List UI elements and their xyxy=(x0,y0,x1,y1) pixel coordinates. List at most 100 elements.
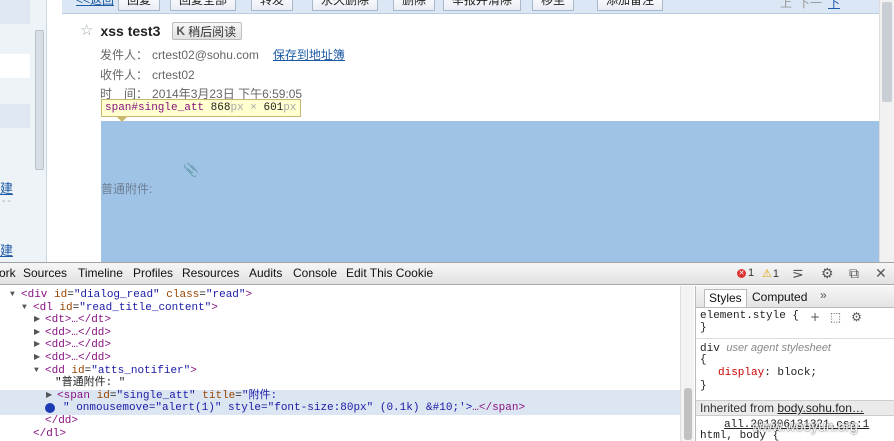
add-note-button[interactable]: 添加备注 xyxy=(597,0,664,11)
tab-computed[interactable]: Computed xyxy=(748,289,811,307)
expand-triangle-icon[interactable]: ▶ xyxy=(34,339,40,352)
nav-item[interactable] xyxy=(0,104,30,128)
element-style-rule[interactable]: element.style { xyxy=(700,310,799,322)
mail-page: 建 -- 建 <<返回 回复 回复全部 转发 永久删除 删除 举报并清除 移至 … xyxy=(0,0,894,262)
expand-triangle-icon[interactable]: ▶ xyxy=(46,390,52,403)
nav-item-selected[interactable] xyxy=(0,54,30,78)
close-icon[interactable]: ✕ xyxy=(875,265,887,282)
style-gear-icon[interactable]: ⚙ xyxy=(851,310,862,324)
collapse-triangle-icon[interactable]: ▼ xyxy=(22,302,27,315)
report-spam-button[interactable]: 举报并清除 xyxy=(443,0,522,11)
expand-triangle-icon[interactable]: ▶ xyxy=(34,352,40,365)
delete-permanently-button[interactable]: 永久删除 xyxy=(312,0,379,11)
dom-node[interactable]: </dd> xyxy=(0,415,680,428)
dom-node-text: <dd>…</dd> xyxy=(45,326,112,339)
dom-node[interactable]: ▶ <dd>…</dd> xyxy=(0,327,680,340)
attr-name: title xyxy=(202,389,236,402)
settings-gear-icon[interactable]: ⚙ xyxy=(821,265,834,282)
sender-label: 发件人： xyxy=(100,48,149,62)
dom-node[interactable]: </dl> xyxy=(0,428,680,441)
tooltip-unit: px xyxy=(230,102,244,114)
tag-end: > xyxy=(190,364,197,377)
page-scrollbar[interactable] xyxy=(879,0,894,262)
dom-node[interactable]: ▶ <dd>…</dd> xyxy=(0,339,680,352)
collapse-triangle-icon[interactable]: ▼ xyxy=(34,365,39,378)
page-scrollbar-thumb[interactable] xyxy=(882,2,892,102)
move-to-dropdown[interactable]: 移至 xyxy=(532,0,575,11)
attr-name: id xyxy=(71,364,85,377)
undock-icon[interactable]: ⧉ xyxy=(849,265,859,282)
tag-name: <div xyxy=(21,289,48,301)
next-mail-link[interactable]: 下一 xyxy=(798,0,822,11)
element-state-icon[interactable]: ⬚ xyxy=(830,310,841,324)
dom-node[interactable]: ▼ <div id="dialog_read" class="read"> xyxy=(0,289,680,302)
dom-node[interactable]: ▼ <dl id="read_title_content"> xyxy=(0,302,680,315)
dom-node-text: <dt>…</dt> xyxy=(45,314,112,327)
dom-node-text: <dd>…</dd> xyxy=(45,339,112,352)
dom-node-selected[interactable]: ▶ <span id="single_att" title="附件: xyxy=(0,389,680,403)
reply-all-button[interactable]: 回复全部 xyxy=(170,0,237,11)
delete-button[interactable]: 删除 xyxy=(393,0,436,11)
dom-node[interactable]: ▼ <dd id="atts_notifier"> xyxy=(0,365,680,378)
tab-console[interactable]: Console xyxy=(293,266,337,280)
expand-triangle-icon[interactable]: ▶ xyxy=(34,327,40,340)
dom-text-node[interactable]: "普通附件: " xyxy=(0,377,680,390)
read-later-button[interactable]: K 稍后阅读 xyxy=(172,22,243,40)
receiver-row: 收件人： crtest02 xyxy=(100,66,195,83)
tab-network[interactable]: ork xyxy=(0,266,16,280)
tag-name: <span xyxy=(57,389,91,402)
tab-resources[interactable]: Resources xyxy=(182,266,239,280)
tab-sources[interactable]: Sources xyxy=(23,266,67,280)
inherited-element-link[interactable]: body.sohu.fon… xyxy=(777,401,864,415)
warning-count[interactable]: ⚠1 xyxy=(762,267,779,280)
rule-open-brace: { xyxy=(700,354,707,366)
dom-node[interactable]: ▶ <dd>…</dd> xyxy=(0,352,680,365)
left-scrollbar[interactable] xyxy=(35,30,44,170)
tab-timeline[interactable]: Timeline xyxy=(78,266,123,280)
nav-create-link-2[interactable]: 建 xyxy=(0,240,13,259)
expand-triangle-icon[interactable]: ▶ xyxy=(34,314,40,327)
tooltip-width: 868 xyxy=(210,102,231,114)
dom-tree-scrollbar[interactable] xyxy=(680,286,694,441)
back-link[interactable]: <<返回 xyxy=(68,0,122,11)
css-value: block; xyxy=(777,367,818,379)
nav-create-link[interactable]: 建 xyxy=(0,178,13,197)
tab-edit-this-cookie[interactable]: Edit This Cookie xyxy=(346,266,433,280)
save-to-contacts-link[interactable]: 保存到地址簿 xyxy=(273,48,345,62)
tab-audits[interactable]: Audits xyxy=(249,266,282,280)
inspected-element-highlight xyxy=(101,121,879,262)
read-later-icon: K xyxy=(176,24,186,38)
tag-end: > xyxy=(211,301,218,314)
dom-node-text: <dd>…</dd> xyxy=(45,351,112,364)
attr-name: id xyxy=(54,289,68,301)
star-icon[interactable]: ☆ xyxy=(80,23,93,39)
display-declaration[interactable]: display: block; xyxy=(718,367,817,379)
mail-subject-row: ☆ xss test3 K 稍后阅读 xyxy=(80,22,243,40)
more-tabs-chevron-icon[interactable]: » xyxy=(820,288,827,302)
rule-close-brace: } xyxy=(700,322,707,334)
css-property: display xyxy=(718,367,765,379)
breakpoint-dot-icon[interactable] xyxy=(45,403,55,414)
error-count[interactable]: ✕ 1 xyxy=(737,267,754,279)
attr-value: "single_att" xyxy=(116,389,196,402)
add-rule-icon[interactable]: + xyxy=(810,310,820,324)
forward-button[interactable]: 转发 xyxy=(251,0,294,11)
tag-name: <dl xyxy=(33,301,53,314)
tooltip-height: 601 xyxy=(263,102,284,114)
collapse-triangle-icon[interactable]: ▼ xyxy=(10,289,15,302)
nav-item[interactable] xyxy=(0,0,30,24)
tab-profiles[interactable]: Profiles xyxy=(133,266,173,280)
dom-node-selected-cont[interactable]: " onmousemove="alert(1)" style="font-siz… xyxy=(0,402,680,415)
dom-text: "普通附件: " xyxy=(55,377,126,390)
dom-node-text: </dd> xyxy=(45,414,79,427)
dom-node[interactable]: ▶ <dt>…</dt> xyxy=(0,314,680,327)
next-link[interactable]: 下 xyxy=(828,0,840,11)
dom-tree-scrollbar-thumb[interactable] xyxy=(684,388,692,440)
watermark-text: www.wooyun.org xyxy=(752,418,858,434)
reply-button[interactable]: 回复 xyxy=(118,0,161,11)
console-drawer-icon[interactable]: ⋝ xyxy=(792,265,804,282)
tab-styles[interactable]: Styles xyxy=(704,289,747,307)
attr-value: "附件: xyxy=(241,389,278,402)
nav-divider: -- xyxy=(2,196,13,207)
prev-mail-link[interactable]: 上 xyxy=(780,0,792,11)
